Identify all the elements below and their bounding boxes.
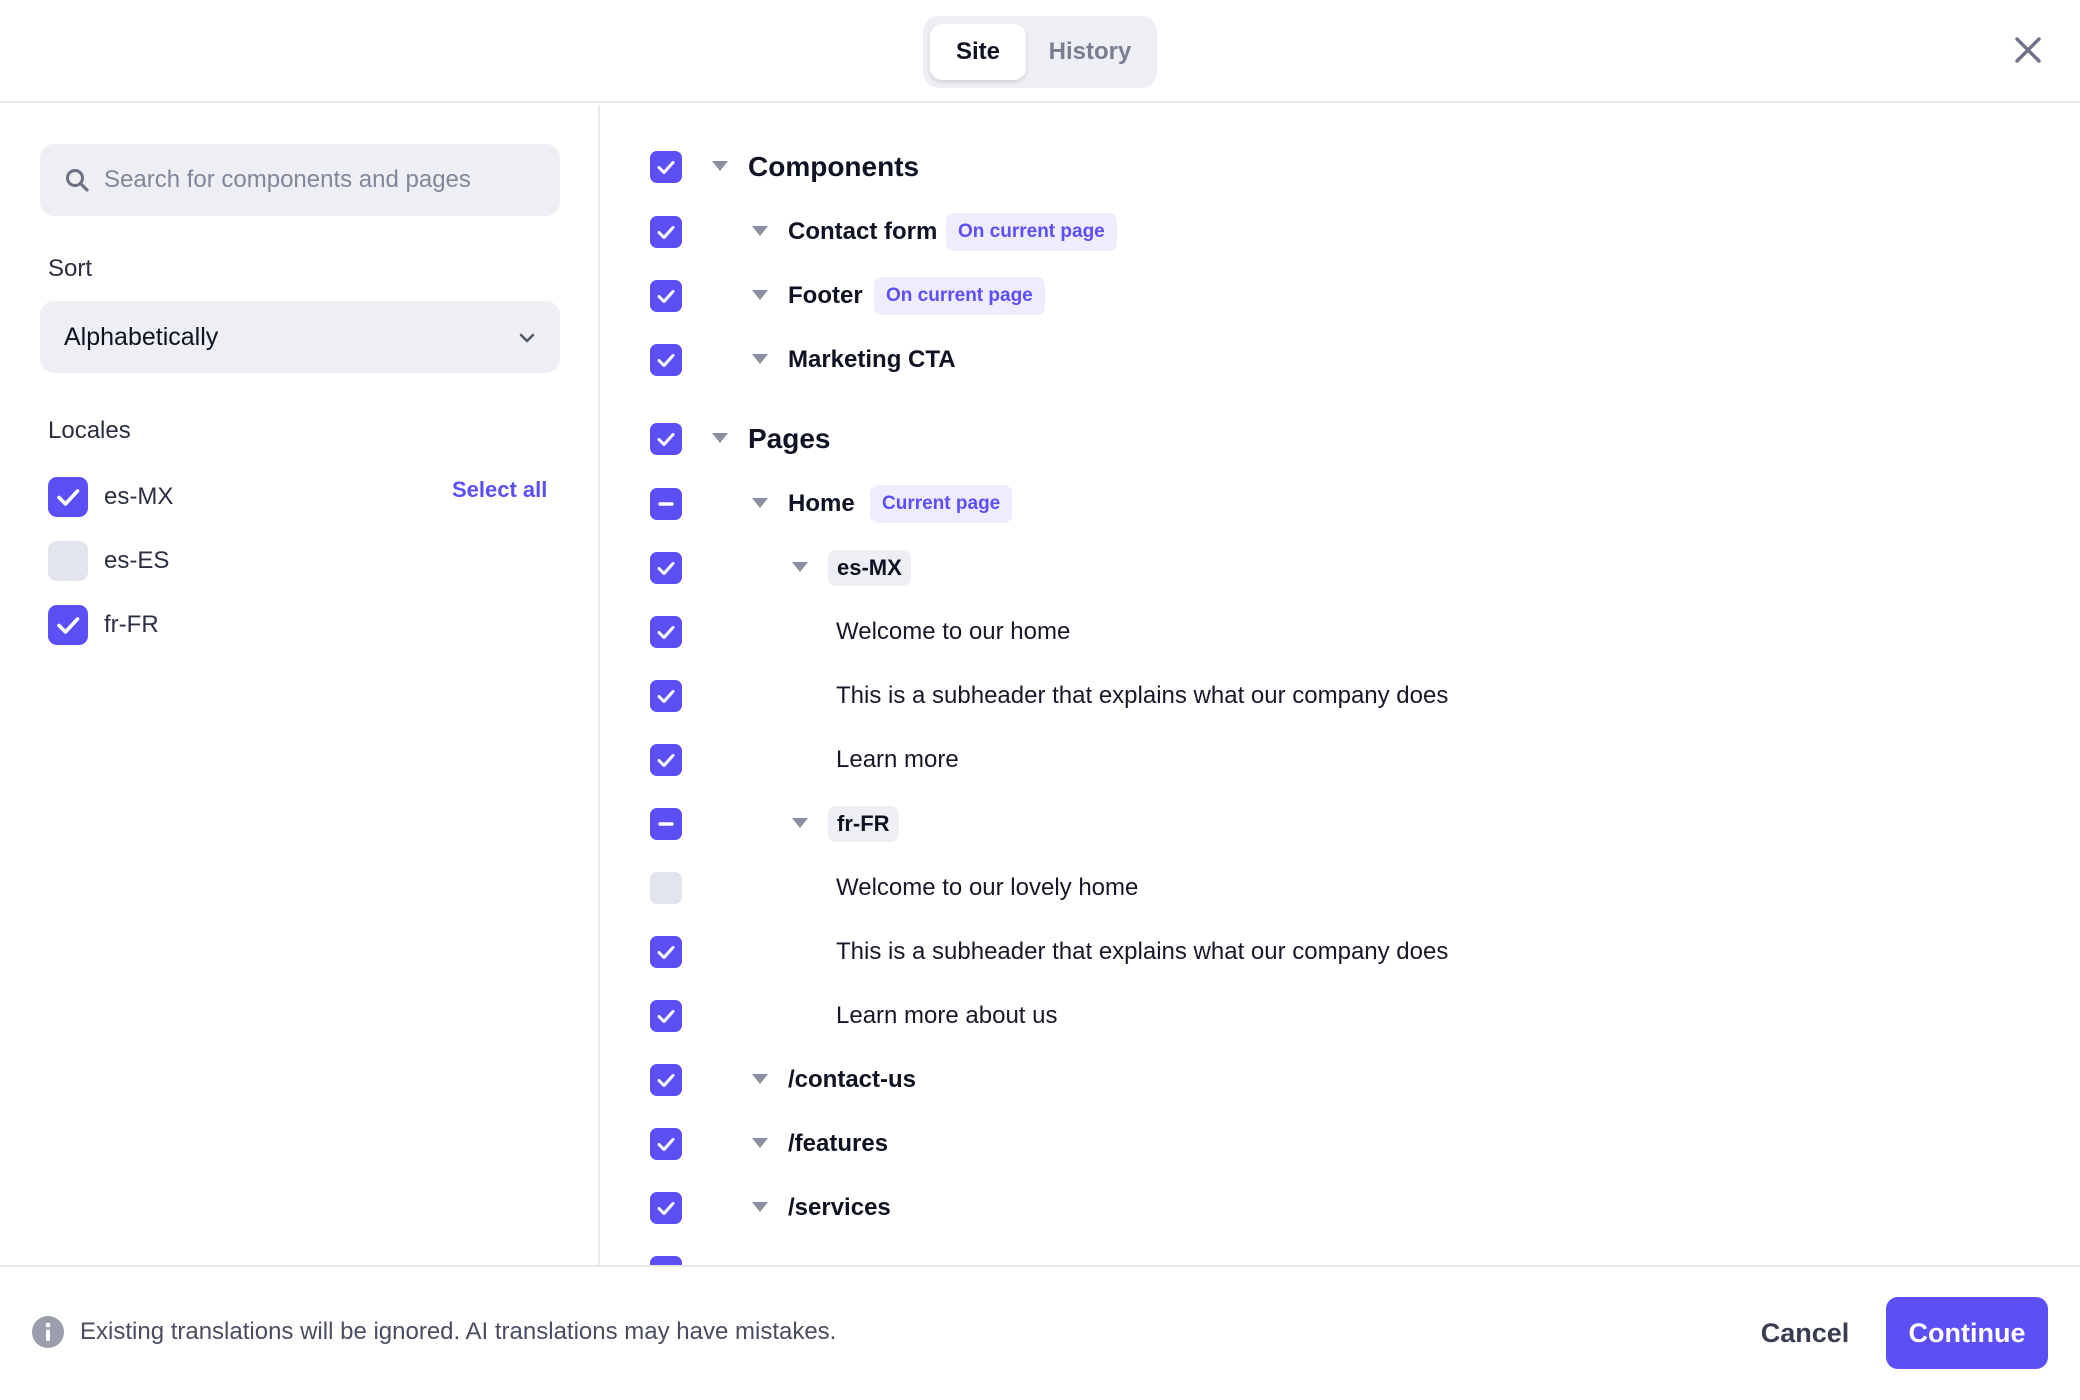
checkbox[interactable] (650, 552, 682, 584)
continue-button[interactable]: Continue (1886, 1297, 2048, 1369)
locale-label: es-MX (104, 483, 174, 510)
caret-down-icon[interactable] (790, 815, 810, 831)
caret-down-icon[interactable] (710, 158, 730, 174)
locale-label: es-ES (104, 547, 170, 574)
tree-row: Welcome to our lovely home (602, 864, 2080, 912)
caret-down-icon[interactable] (710, 430, 730, 446)
tree-row: Footer On current page (602, 272, 2080, 320)
status-badge: On current page (874, 277, 1045, 315)
close-icon[interactable] (2010, 32, 2046, 68)
row-label: /services (788, 1194, 891, 1221)
locale-chip: fr-FR (828, 806, 899, 842)
checkbox[interactable] (650, 1000, 682, 1032)
caret-down-icon[interactable] (750, 287, 770, 303)
locales-label: Locales (48, 417, 131, 444)
tab-history[interactable]: History (1034, 24, 1146, 80)
row-label: /features (788, 1130, 889, 1157)
row-label: Components (748, 151, 920, 182)
checkbox[interactable] (650, 280, 682, 312)
checkbox[interactable] (48, 541, 88, 581)
checkbox[interactable] (650, 936, 682, 968)
content-tree: Components Contact form On current page … (602, 105, 2080, 1265)
disclaimer-text: Existing translations will be ignored. A… (80, 1318, 837, 1345)
row-label: This is a subheader that explains what o… (836, 938, 1449, 965)
cancel-button[interactable]: Cancel (1740, 1297, 1870, 1369)
tree-row: Home Current page (602, 480, 2080, 528)
checkbox[interactable] (650, 1128, 682, 1160)
tree-row: /contact-us (602, 1056, 2080, 1104)
info-icon (31, 1315, 65, 1349)
caret-down-icon[interactable] (750, 223, 770, 239)
tree-row: Pages (602, 415, 2080, 463)
row-label: This is a subheader that explains what o… (836, 682, 1449, 709)
modal-footer: Existing translations will be ignored. A… (0, 1265, 2080, 1400)
checkbox[interactable] (650, 744, 682, 776)
tree-row: This is a subheader that explains what o… (602, 672, 2080, 720)
tree-row: Marketing CTA (602, 336, 2080, 384)
tree-row: Learn more about us (602, 992, 2080, 1040)
status-badge: Current page (870, 485, 1013, 523)
view-tabs: Site History (923, 16, 1157, 88)
locale-label: fr-FR (104, 611, 159, 638)
tree-row: Components (602, 143, 2080, 191)
caret-down-icon[interactable] (790, 559, 810, 575)
checkbox[interactable] (650, 1256, 682, 1265)
row-label: Learn more about us (836, 1002, 1058, 1029)
row-label: Contact form (788, 218, 938, 245)
checkbox[interactable] (48, 605, 88, 645)
checkbox[interactable] (650, 1064, 682, 1096)
checkbox[interactable] (650, 680, 682, 712)
checkbox[interactable] (650, 151, 682, 183)
checkbox[interactable] (650, 808, 682, 840)
search-icon (64, 167, 90, 193)
locale-chip: es-MX (828, 550, 911, 586)
modal-header: Site History (0, 0, 2080, 103)
tree-row: Welcome to our home (602, 608, 2080, 656)
row-label: Home (788, 490, 855, 517)
row-label: Learn more (836, 746, 959, 773)
filter-sidebar: Sort Alphabetically Locales Select all e… (0, 105, 600, 1265)
tree-row: /services (602, 1184, 2080, 1232)
checkbox[interactable] (650, 488, 682, 520)
select-all-link[interactable]: Select all (452, 477, 547, 503)
row-label: Welcome to our lovely home (836, 874, 1139, 901)
tree-row: This is a subheader that explains what o… (602, 928, 2080, 976)
row-label: Footer (788, 282, 863, 309)
search-input[interactable] (104, 144, 544, 216)
tab-site[interactable]: Site (930, 24, 1026, 80)
checkbox[interactable] (650, 216, 682, 248)
chevron-down-icon (517, 328, 537, 348)
sort-select[interactable]: Alphabetically (40, 301, 560, 373)
tree-row (602, 1248, 2080, 1265)
status-badge: On current page (946, 213, 1117, 251)
row-label: /contact-us (788, 1066, 917, 1093)
row-label: Pages (748, 423, 831, 454)
tree-row: fr-FR (602, 800, 2080, 848)
tree-row: Contact form On current page (602, 208, 2080, 256)
caret-down-icon[interactable] (750, 1071, 770, 1087)
caret-down-icon[interactable] (750, 1199, 770, 1215)
checkbox[interactable] (48, 477, 88, 517)
search-box[interactable] (40, 144, 560, 216)
checkbox[interactable] (650, 423, 682, 455)
sort-label: Sort (48, 255, 93, 282)
row-label: Marketing CTA (788, 346, 956, 373)
tree-row: /features (602, 1120, 2080, 1168)
checkbox[interactable] (650, 616, 682, 648)
tree-row: Learn more (602, 736, 2080, 784)
caret-down-icon[interactable] (750, 495, 770, 511)
sort-value: Alphabetically (64, 323, 219, 351)
tree-row: es-MX (602, 544, 2080, 592)
row-label: Welcome to our home (836, 618, 1071, 645)
checkbox[interactable] (650, 344, 682, 376)
checkbox[interactable] (650, 1192, 682, 1224)
checkbox[interactable] (650, 872, 682, 904)
caret-down-icon[interactable] (750, 351, 770, 367)
caret-down-icon[interactable] (750, 1135, 770, 1151)
